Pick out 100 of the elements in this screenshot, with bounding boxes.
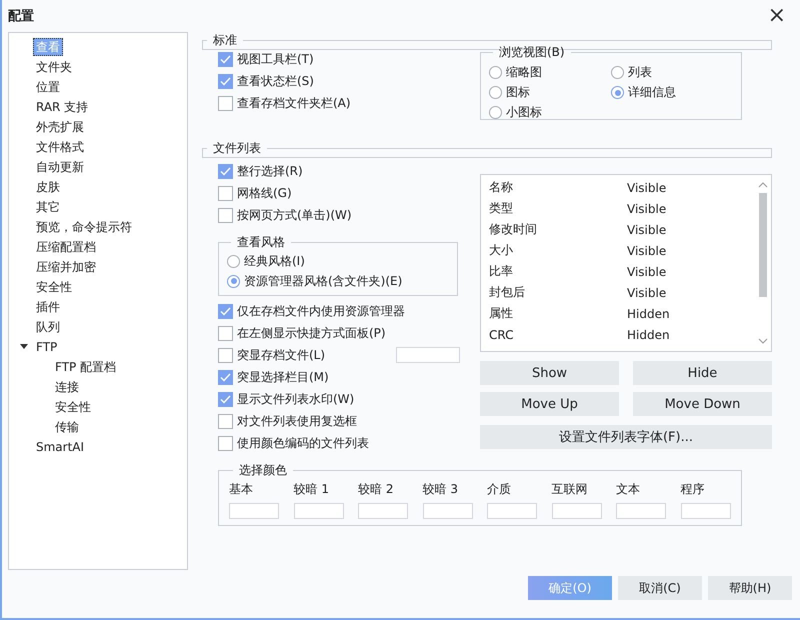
color-field[interactable] xyxy=(396,347,460,363)
checkbox[interactable] xyxy=(218,392,233,406)
color-label: 互联网 xyxy=(552,481,588,498)
color-field[interactable] xyxy=(680,503,730,519)
color-label: 较暗 3 xyxy=(422,481,459,498)
sidebar-item[interactable]: 插件 xyxy=(33,298,63,316)
sidebar-item[interactable]: 皮肤 xyxy=(33,178,63,196)
column-name[interactable]: CRC xyxy=(489,328,627,342)
radio-button[interactable] xyxy=(489,86,502,99)
sidebar-item[interactable]: 预览，命令提示符 xyxy=(33,218,135,236)
sidebar-item[interactable]: RAR 支持 xyxy=(33,98,92,116)
sidebar-item[interactable]: 文件夹 xyxy=(33,58,75,76)
sidebar-item[interactable]: SmartAI xyxy=(33,438,88,456)
sidebar-item[interactable]: 压缩配置档 xyxy=(33,238,99,256)
sidebar-item[interactable]: 压缩并加密 xyxy=(33,258,99,276)
column-name[interactable]: 名称 xyxy=(489,179,627,196)
checkbox[interactable] xyxy=(218,304,233,318)
radio-button[interactable] xyxy=(489,106,502,119)
color-label: 介质 xyxy=(487,481,512,498)
sidebar-item[interactable]: 文件格式 xyxy=(33,138,87,156)
checkbox[interactable] xyxy=(218,208,233,222)
column-button[interactable]: Move Down xyxy=(633,392,772,416)
column-button[interactable]: Move Up xyxy=(480,392,619,416)
sidebar-item[interactable]: FTP 配置档 xyxy=(52,358,120,376)
expanded-caret-icon[interactable] xyxy=(19,344,29,350)
checkbox[interactable] xyxy=(218,52,233,66)
color-field[interactable] xyxy=(616,503,666,519)
window-title: 配置 xyxy=(8,8,34,25)
sidebar-item[interactable]: 自动更新 xyxy=(33,158,87,176)
checkbox[interactable] xyxy=(218,370,233,384)
column-name[interactable]: 大小 xyxy=(489,242,627,259)
column-visibility: Visible xyxy=(627,180,666,194)
checkbox-label: 使用颜色编码的文件列表 xyxy=(237,434,369,452)
checkbox-label: 仅在存档文件内使用资源管理器 xyxy=(237,302,405,320)
radio-button[interactable] xyxy=(489,66,502,79)
checkbox[interactable] xyxy=(218,74,233,88)
checkbox-label: 查看存档文件夹栏(A) xyxy=(237,94,351,112)
radio-label: 经典风格(I) xyxy=(244,252,305,270)
checkbox-label: 视图工具栏(T) xyxy=(237,50,314,68)
radio-button[interactable] xyxy=(611,66,624,79)
column-visibility: Visible xyxy=(627,244,666,258)
sidebar-item[interactable]: 队列 xyxy=(33,318,63,336)
color-field[interactable] xyxy=(358,503,408,519)
sidebar-item[interactable]: 其它 xyxy=(33,198,63,216)
column-name[interactable]: 修改时间 xyxy=(489,221,627,238)
column-name[interactable]: 比率 xyxy=(489,263,627,280)
color-field[interactable] xyxy=(487,503,537,519)
checkbox-label: 显示文件列表水印(W) xyxy=(237,390,354,408)
sidebar-item[interactable]: 传输 xyxy=(52,418,82,436)
dialog-button[interactable]: 帮助(H) xyxy=(708,576,792,600)
sidebar-item[interactable]: 连接 xyxy=(52,378,82,396)
column-button[interactable]: Hide xyxy=(633,361,772,385)
font-button[interactable]: 设置文件列表字体(F)... xyxy=(480,425,772,449)
column-visibility: Visible xyxy=(627,202,666,216)
checkbox[interactable] xyxy=(218,186,233,200)
radio-label: 小图标 xyxy=(506,104,542,121)
sidebar-item[interactable]: 安全性 xyxy=(52,398,94,416)
radio-button[interactable] xyxy=(611,86,624,99)
column-name[interactable]: 封包后 xyxy=(489,284,627,301)
sidebar-item[interactable]: 外壳扩展 xyxy=(33,118,87,136)
color-label: 程序 xyxy=(680,481,706,498)
radio-label: 缩略图 xyxy=(506,64,542,81)
color-field[interactable] xyxy=(294,503,344,519)
column-button[interactable]: Show xyxy=(480,361,619,385)
checkbox[interactable] xyxy=(218,436,233,450)
column-name[interactable]: 属性 xyxy=(489,305,627,322)
color-label: 基本 xyxy=(229,481,254,498)
checkbox[interactable] xyxy=(218,164,233,178)
checkbox[interactable] xyxy=(218,348,233,362)
checkbox-label: 突显存档文件(L) xyxy=(237,346,326,364)
sidebar-item[interactable]: FTP xyxy=(33,338,60,356)
group-title: 浏览视图(B) xyxy=(498,44,566,61)
checkbox-label: 在左侧显示快捷方式面板(P) xyxy=(237,324,386,342)
radio-label: 资源管理器风格(含文件夹)(E) xyxy=(244,272,402,290)
radio-label: 图标 xyxy=(506,84,530,101)
radio-button[interactable] xyxy=(227,254,240,268)
color-field[interactable] xyxy=(229,503,279,519)
checkbox-label: 按网页方式(单击)(W) xyxy=(237,206,352,224)
checkbox[interactable] xyxy=(218,414,233,428)
dialog-button[interactable]: 取消(C) xyxy=(618,576,702,600)
column-visibility: Visible xyxy=(627,286,666,300)
column-visibility: Hidden xyxy=(627,306,670,320)
radio-label: 列表 xyxy=(628,64,652,81)
color-label: 较暗 2 xyxy=(358,481,394,498)
sidebar-item[interactable]: 位置 xyxy=(33,78,63,96)
radio-label: 详细信息 xyxy=(628,84,676,101)
section-title: 标准 xyxy=(212,32,238,49)
column-name[interactable]: 类型 xyxy=(489,200,627,217)
sidebar-item[interactable]: 安全性 xyxy=(33,278,75,296)
color-field[interactable] xyxy=(552,503,602,519)
checkbox-label: 对文件列表使用复选框 xyxy=(237,412,357,430)
radio-button[interactable] xyxy=(227,274,240,288)
close-button[interactable]: × xyxy=(768,5,786,27)
checkbox-label: 突显选择栏目(M) xyxy=(237,368,329,386)
checkbox[interactable] xyxy=(218,96,233,110)
color-field[interactable] xyxy=(422,503,472,519)
section-title: 文件列表 xyxy=(212,140,262,157)
checkbox-label: 网格线(G) xyxy=(237,184,292,202)
checkbox[interactable] xyxy=(218,326,233,340)
checkbox-label: 整行选择(R) xyxy=(237,162,303,180)
